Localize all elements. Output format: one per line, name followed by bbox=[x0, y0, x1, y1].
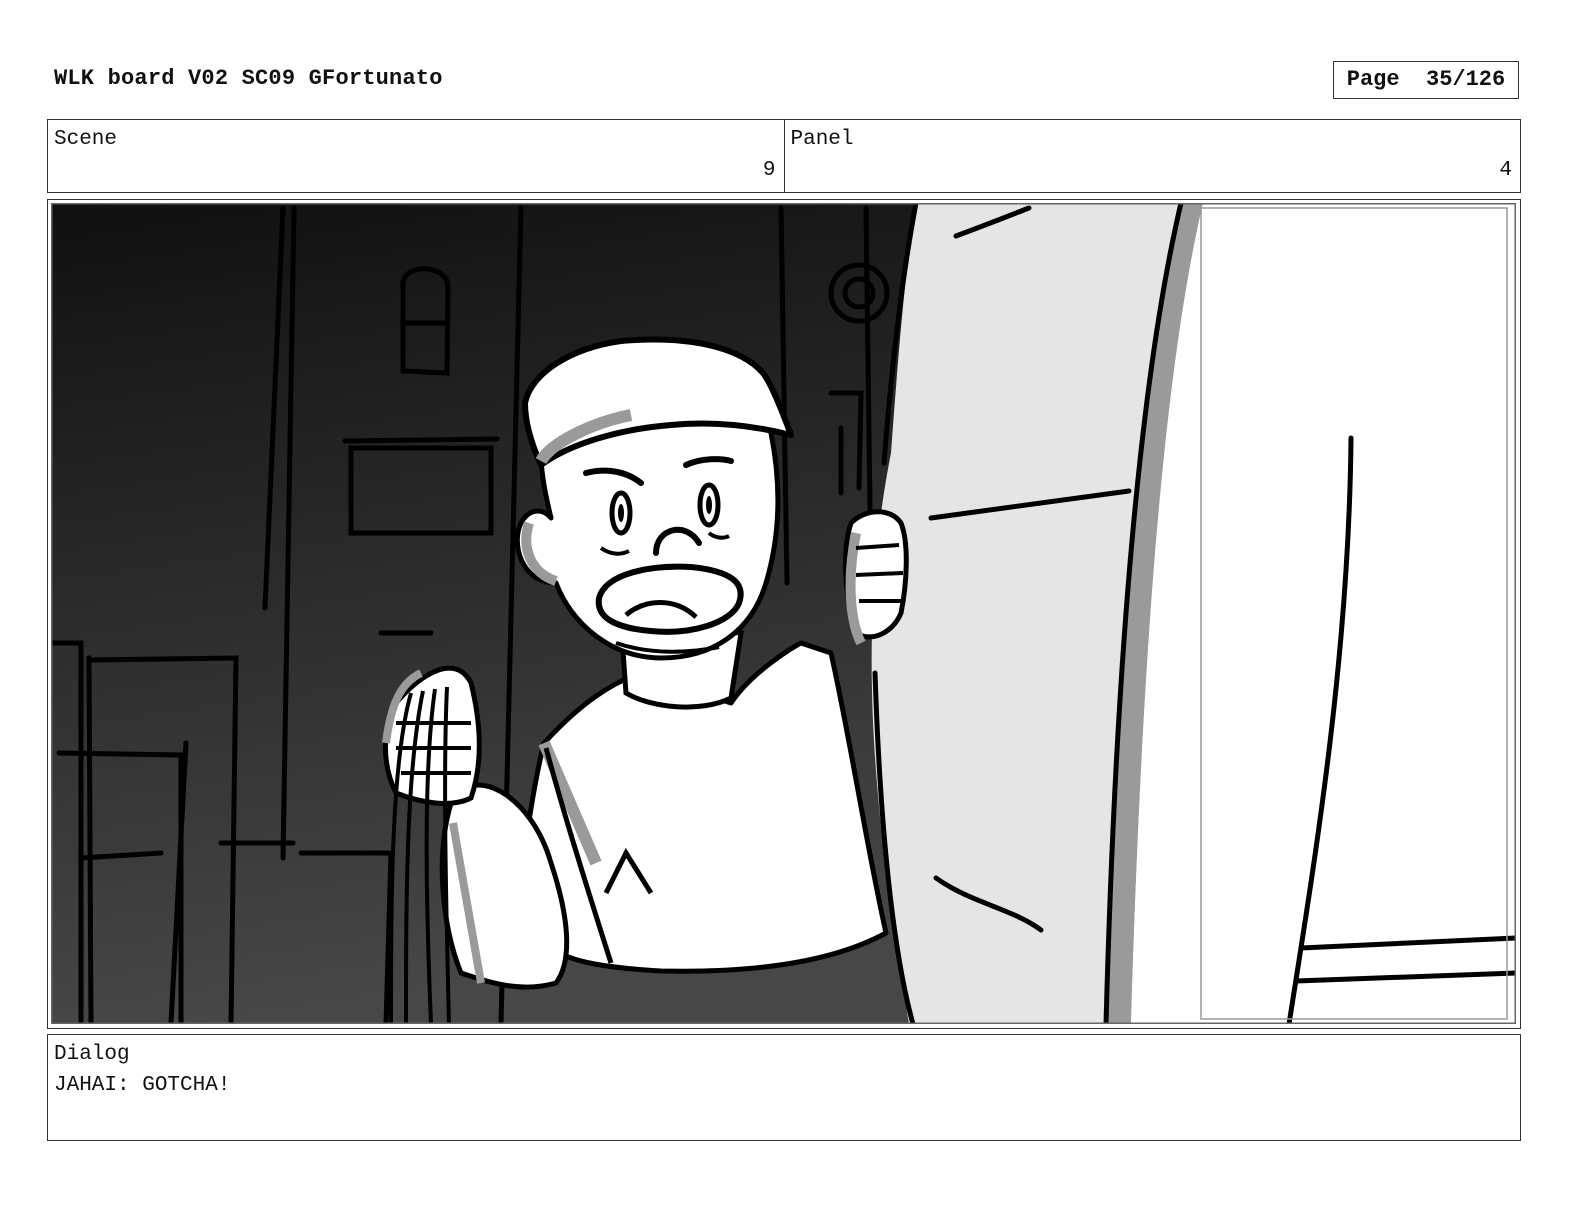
page-label: Page bbox=[1346, 67, 1400, 92]
storyboard-drawing bbox=[51, 203, 1516, 1024]
scene-cell: Scene 9 bbox=[48, 120, 784, 192]
scene-panel-row: Scene 9 Panel 4 bbox=[47, 119, 1521, 193]
page-indicator: Page 35/126 bbox=[1333, 61, 1519, 99]
dialog-label: Dialog bbox=[54, 1043, 130, 1066]
scene-number: 9 bbox=[762, 159, 776, 182]
page-number: 35/126 bbox=[1426, 67, 1506, 92]
scene-label: Scene bbox=[54, 128, 118, 151]
character-mouth bbox=[595, 563, 744, 635]
panel-number: 4 bbox=[1499, 159, 1512, 182]
dialog-box: Dialog JAHAI: GOTCHA! bbox=[47, 1034, 1521, 1141]
wall-white bbox=[1131, 203, 1516, 1024]
dialog-text: JAHAI: GOTCHA! bbox=[54, 1074, 231, 1097]
board-title: WLK board V02 SC09 GFortunato bbox=[54, 66, 443, 91]
panel-label: Panel bbox=[790, 128, 854, 151]
panel-cell: Panel 4 bbox=[783, 120, 1521, 192]
storyboard-panel bbox=[47, 199, 1521, 1029]
